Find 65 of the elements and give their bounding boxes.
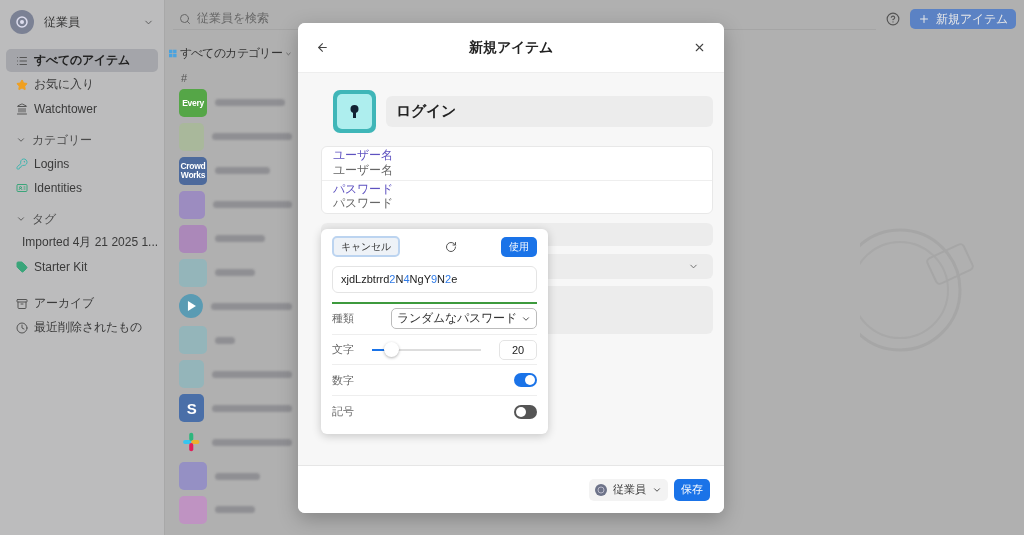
sidebar-item[interactable]: Identities (6, 176, 158, 199)
option-label: 種類 (332, 311, 355, 327)
new-item-button[interactable]: 新規アイテム (910, 9, 1016, 29)
close-icon[interactable] (693, 41, 706, 54)
account-avatar[interactable] (10, 10, 34, 34)
sidebar-item[interactable]: Imported 4月 21 2025 1... (6, 231, 158, 254)
password-field[interactable]: xjdLzbtrrd2N4NgY9N2e (332, 266, 537, 293)
id-card-icon (16, 181, 28, 194)
sidebar-item[interactable]: アーカイブ (6, 292, 158, 315)
length-field[interactable]: 20 (499, 339, 537, 360)
blurred-text (215, 235, 265, 243)
sidebar-item[interactable]: Watchtower (6, 97, 158, 120)
input-field[interactable]: ユーザー名 (333, 163, 701, 178)
tower-icon (16, 102, 28, 115)
archive-icon (16, 297, 28, 310)
option-label: 記号 (332, 404, 355, 420)
grid-icon (169, 48, 177, 60)
type-select[interactable]: ランダムなパスワード (391, 308, 537, 330)
account-name[interactable]: 従業員 (44, 13, 133, 31)
input-field[interactable]: パスワード (333, 197, 701, 212)
dialog-title: 新規アイテム (469, 38, 553, 57)
list-icon (16, 54, 28, 67)
app-icon: Crowd Works (179, 156, 207, 185)
keyhole-icon (333, 90, 376, 133)
app-icon: Every (179, 88, 207, 117)
search-icon (179, 12, 191, 25)
title-field[interactable]: ログイン (386, 96, 713, 127)
section-header[interactable]: タグ (6, 208, 158, 230)
star-icon (16, 78, 28, 91)
tag-icon (16, 260, 28, 273)
plus-icon (918, 13, 930, 25)
blurred-text (215, 472, 260, 480)
app-icon: S (179, 394, 205, 423)
option-label: 文字 (332, 342, 354, 358)
help-icon[interactable] (886, 12, 900, 26)
save-button[interactable]: 保存 (674, 478, 710, 501)
chevron-icon[interactable] (16, 214, 26, 224)
slider-thumb[interactable] (383, 341, 399, 357)
field-label: パスワード (333, 182, 394, 197)
category-filter[interactable]: すべてのカテゴリー (169, 44, 292, 64)
blurred-text (215, 99, 285, 107)
blurred-text (215, 506, 255, 514)
toggle-switch[interactable] (514, 373, 537, 388)
sidebar-item[interactable]: すべてのアイテム (6, 49, 158, 72)
cancel-button[interactable]: キャンセル (332, 236, 400, 257)
field-label: ユーザー名 (333, 149, 394, 163)
sidebar-item[interactable]: お気に入り (6, 73, 158, 96)
group-header: # (181, 71, 189, 84)
chevron-icon[interactable] (16, 135, 26, 145)
blurred-text (215, 167, 270, 175)
option-label: 数字 (332, 372, 355, 388)
toggle-switch[interactable] (514, 404, 537, 419)
refresh-icon[interactable] (444, 240, 457, 253)
sidebar-item[interactable]: 最近削除されたもの (6, 316, 158, 339)
vault-avatar-icon (595, 483, 607, 496)
clock-icon (16, 321, 28, 334)
blurred-text (215, 269, 255, 276)
vault-select[interactable]: 従業員 (589, 478, 668, 501)
sidebar-item[interactable]: Logins (6, 152, 158, 175)
section-header[interactable]: カテゴリー (6, 129, 158, 151)
back-icon[interactable] (316, 41, 329, 54)
blurred-text (215, 336, 235, 344)
key-icon (16, 157, 28, 170)
sidebar-item[interactable]: Starter Kit (6, 255, 158, 278)
use-button[interactable]: 使用 (501, 236, 537, 257)
